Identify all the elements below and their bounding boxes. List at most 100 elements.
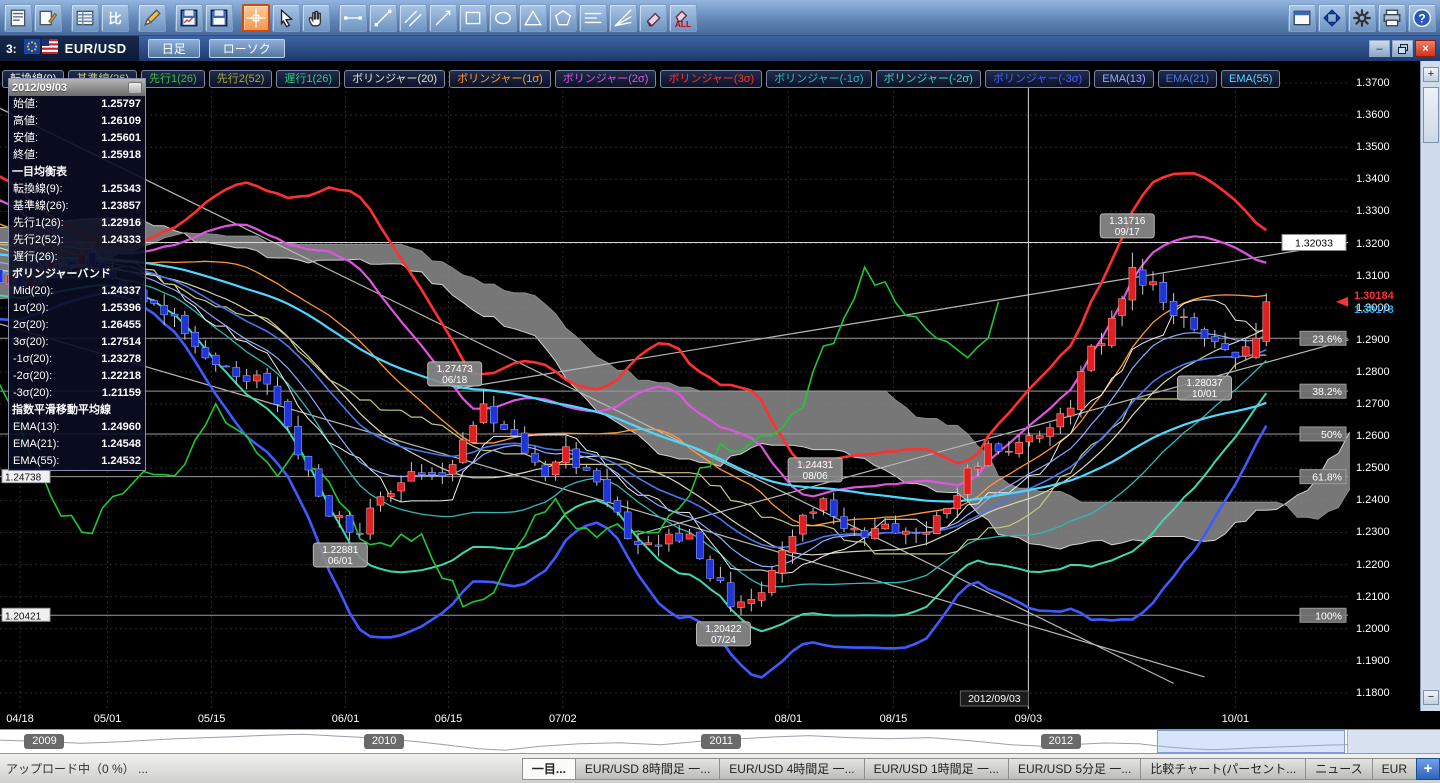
ellipse-icon [493,8,513,28]
window-icon [1292,8,1312,28]
eraser-icon [643,8,663,28]
news-button[interactable] [4,4,32,32]
candle [387,494,394,497]
triangle-tool-button[interactable] [519,4,547,32]
tooltip-row: 先行2(52):1.24333 [9,232,145,249]
candle [1026,436,1033,442]
fib-label: 23.6% [1312,333,1342,345]
candle [418,473,425,475]
main-toolbar: 比 ALL? [0,0,1440,36]
chart-canvas[interactable]: 23.6%38.2%50%61.8%1.24738100%1.204211.31… [0,61,1350,711]
tooltip-row: -1σ(20):1.23278 [9,351,145,368]
candle [913,532,920,533]
fib-levels-tool-button[interactable] [579,4,607,32]
crosshair-tool-button[interactable] [242,4,270,32]
candle [377,497,384,506]
hline-icon [343,8,363,28]
erase-all-tool-button[interactable]: ALL [669,4,697,32]
bid-price-label: 1.30178 [1354,304,1394,316]
bottom-tab[interactable]: 一目... [522,758,575,780]
print-button[interactable] [1378,4,1406,32]
candle [192,332,199,346]
pentagon-tool-button[interactable] [549,4,577,32]
candle [1016,442,1023,453]
candle [150,300,157,303]
ray-tool-button[interactable] [429,4,457,32]
restore-button[interactable] [1392,40,1413,57]
indicator-chip[interactable]: EMA(55) [1221,70,1280,88]
navigator-track[interactable] [0,730,1348,753]
indicator-chip[interactable]: 遅行1(26) [276,70,340,88]
indicator-chip[interactable]: ボリンジャー(20) [344,70,445,88]
save-button[interactable] [205,4,233,32]
tooltip-row: 転換線(9):1.25343 [9,181,145,198]
scrollbar-thumb[interactable] [1423,87,1439,143]
candle [552,462,559,475]
hand-tool-button[interactable] [302,4,330,32]
svg-text:?: ? [1418,11,1425,25]
candle [1139,270,1146,285]
bottom-tab[interactable]: EUR [1372,758,1416,780]
indicator-chip[interactable]: ボリンジャー(3σ) [660,70,762,88]
timeframe-button[interactable]: 日足 [148,39,200,58]
tooltip-row: -2σ(20):1.22218 [9,368,145,385]
candle [1150,282,1157,285]
minimize-button[interactable]: – [1369,40,1390,57]
indicator-chip[interactable]: ボリンジャー(2σ) [555,70,657,88]
compare-chart-button[interactable]: 比 [101,4,129,32]
drawn-trendline[interactable] [456,242,1348,388]
add-chart-button[interactable]: + [1416,758,1440,780]
price-tick-label: 1.2600 [1356,430,1390,442]
candle [542,465,549,476]
close-button[interactable]: × [1415,40,1436,57]
bottom-tab[interactable]: 比較チャート(パーセント... [1140,758,1305,780]
svg-text:06/18: 06/18 [442,375,467,386]
indicator-chip[interactable]: EMA(21) [1158,70,1217,88]
navigator-selection[interactable] [1157,730,1346,753]
indicator-chip[interactable]: ボリンジャー(1σ) [449,70,551,88]
settings-button[interactable] [1348,4,1376,32]
ohlc-tooltip-panel: 2012/09/03 始値:1.25797高値:1.26109安値:1.2560… [8,78,146,471]
trendline-tool-button[interactable] [369,4,397,32]
zoom-out-button[interactable]: − [1423,690,1439,705]
candle [439,473,446,476]
svg-text:1.20422: 1.20422 [705,624,742,635]
candle [645,543,652,545]
charttype-button[interactable]: ローソク [209,39,285,58]
pointer-tool-button[interactable] [272,4,300,32]
tooltip-options-button[interactable] [128,82,142,94]
bottom-tab[interactable]: EUR/USD 4時間足 一... [719,758,863,780]
indicator-chip[interactable]: ボリンジャー(-1σ) [766,70,871,88]
parallel-lines-tool-button[interactable] [399,4,427,32]
hline-tool-button[interactable] [339,4,367,32]
price-tick-label: 1.2800 [1356,366,1390,378]
draw-button[interactable] [138,4,166,32]
eraser-tool-button[interactable] [639,4,667,32]
fan-lines-tool-button[interactable] [609,4,637,32]
candle [604,479,611,502]
tile-windows-button[interactable] [1318,4,1346,32]
save-image-button[interactable] [175,4,203,32]
svg-text:1.31716: 1.31716 [1109,216,1146,227]
triangle-icon [523,8,543,28]
candle [583,467,590,470]
bottom-tab[interactable]: ニュース [1305,758,1371,780]
candle [1191,318,1198,330]
help-button[interactable]: ? [1408,4,1436,32]
indicator-chip[interactable]: ボリンジャー(-3σ) [985,70,1090,88]
rate-board-button[interactable] [71,4,99,32]
indicator-chip[interactable]: 先行1(26) [141,70,205,88]
report-button[interactable] [34,4,62,32]
pentagon-icon [553,8,573,28]
ellipse-tool-button[interactable] [489,4,517,32]
indicator-chip[interactable]: ボリンジャー(-2σ) [876,70,981,88]
new-window-button[interactable] [1288,4,1316,32]
bottom-tab[interactable]: EUR/USD 8時間足 一... [575,758,719,780]
indicator-chip[interactable]: 先行2(52) [209,70,273,88]
bottom-tab[interactable]: EUR/USD 1時間足 一... [864,758,1008,780]
bottom-tab[interactable]: EUR/USD 5分足 一... [1008,758,1140,780]
indicator-chip[interactable]: EMA(13) [1094,70,1153,88]
rectangle-tool-button[interactable] [459,4,487,32]
zoom-in-button[interactable]: + [1423,67,1439,82]
tooltip-date: 2012/09/03 [12,82,67,94]
